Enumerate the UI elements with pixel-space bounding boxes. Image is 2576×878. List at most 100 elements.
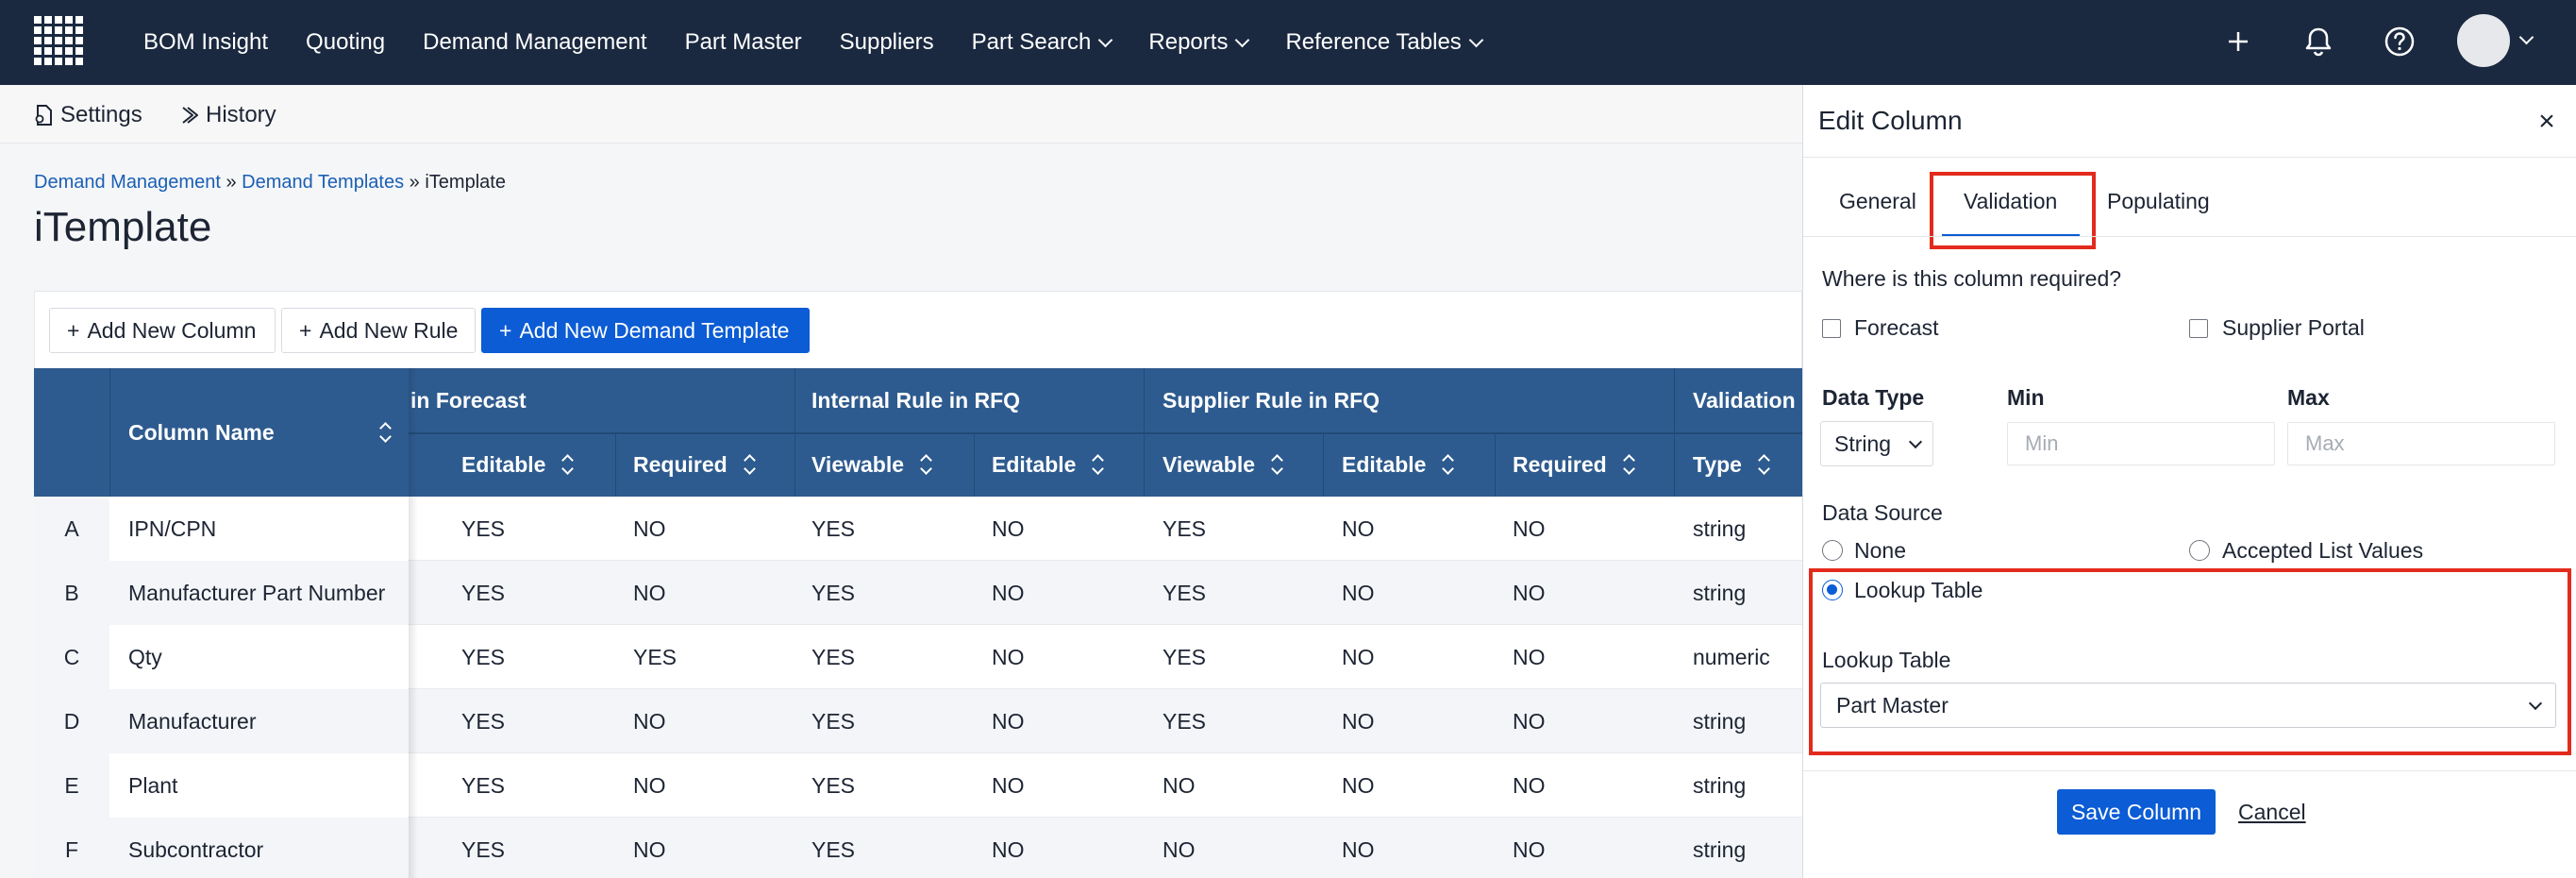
header-internal-viewable[interactable]: Viewable (811, 432, 932, 497)
settings-doc-icon (35, 105, 52, 126)
sort-icon (1757, 454, 1770, 475)
tab-validation[interactable]: Validation (1964, 189, 2057, 214)
table-row[interactable]: F Subcontractor YES NO YES NO NO NO NO string (34, 818, 1802, 878)
table-cell: YES (633, 644, 677, 669)
nav-item-bom-insight[interactable]: BOM Insight (143, 29, 268, 56)
breadcrumb-current: iTemplate (425, 172, 506, 193)
nav-item-suppliers[interactable]: Suppliers (840, 29, 934, 56)
data-source-none-radio[interactable] (1822, 540, 1843, 561)
table-cell: YES (461, 708, 506, 734)
table-row[interactable]: D Manufacturer YES NO YES NO YES NO NO string (34, 689, 1802, 753)
plus-icon: + (499, 317, 512, 343)
data-source-lookup-table-label: Lookup Table (1854, 578, 1983, 602)
columns-table: Column Name in Forecast Internal Rule in… (34, 368, 1802, 878)
header-forecast-required[interactable]: Required (633, 432, 756, 497)
header-supplier-editable[interactable]: Editable (1342, 432, 1454, 497)
supplier-portal-checkbox[interactable] (2189, 319, 2208, 338)
nav-item-reference-tables[interactable]: Reference Tables (1285, 29, 1484, 56)
table-row[interactable]: E Plant YES NO YES NO NO NO NO string (34, 753, 1802, 818)
chevron-down-icon (1098, 32, 1113, 47)
max-input[interactable] (2287, 422, 2555, 465)
row-column-name[interactable]: Plant (109, 753, 409, 818)
header-forecast-editable[interactable]: Editable (461, 432, 574, 497)
bell-icon[interactable] (2300, 23, 2337, 60)
row-index: E (34, 753, 109, 818)
table-cell: string (1693, 580, 1747, 605)
data-type-select[interactable]: String (1820, 421, 1933, 466)
breadcrumb-link[interactable]: Demand Templates (242, 172, 404, 193)
header-supplier-viewable[interactable]: Viewable (1163, 432, 1283, 497)
table-row[interactable]: C Qty YES YES YES NO YES NO NO numeric (34, 625, 1802, 689)
table-cell: YES (1163, 644, 1207, 669)
table-cell: string (1693, 708, 1747, 734)
required-question: Where is this column required? (1822, 266, 2122, 291)
save-column-button[interactable]: Save Column (2057, 789, 2216, 835)
table-cell: NO (633, 515, 666, 541)
header-internal-editable[interactable]: Editable (992, 432, 1104, 497)
table-cell: NO (633, 708, 666, 734)
row-column-name[interactable]: Qty (109, 625, 409, 689)
nav-item-quoting[interactable]: Quoting (306, 29, 385, 56)
table-cell: NO (1342, 644, 1375, 669)
lookup-table-select[interactable]: Part Master (1820, 683, 2556, 728)
add-demand-template-button[interactable]: + Add New Demand Template (481, 308, 810, 353)
row-column-name[interactable]: IPN/CPN (109, 497, 409, 561)
app-grid-logo-icon[interactable] (34, 16, 83, 65)
chevron-down-icon[interactable] (2518, 29, 2534, 45)
add-column-button[interactable]: + Add New Column (49, 308, 276, 353)
table-cell: NO (1513, 772, 1546, 798)
row-column-name[interactable]: Manufacturer Part Number (109, 561, 409, 625)
data-source-none-label: None (1854, 538, 1906, 563)
column-divider (109, 368, 110, 497)
column-divider (1323, 432, 1324, 497)
tab-general[interactable]: General (1839, 189, 1916, 214)
table-row[interactable]: B Manufacturer Part Number YES NO YES NO YES NO… (34, 561, 1802, 625)
table-cell: NO (1342, 772, 1375, 798)
close-icon[interactable]: × (2533, 108, 2561, 136)
table-cell: NO (1342, 836, 1375, 862)
data-source-accepted-list-radio[interactable] (2189, 540, 2210, 561)
settings-link[interactable]: Settings (34, 102, 142, 128)
nav-item-reports[interactable]: Reports (1148, 29, 1250, 56)
column-divider (615, 432, 616, 497)
sort-icon (1622, 454, 1635, 475)
min-input[interactable] (2007, 422, 2275, 465)
breadcrumb-link[interactable]: Demand Management (34, 172, 221, 193)
forecast-checkbox[interactable] (1822, 319, 1841, 338)
header-supplier-required[interactable]: Required (1513, 432, 1635, 497)
table-cell: YES (811, 580, 856, 605)
history-link[interactable]: History (179, 102, 276, 128)
column-name-header[interactable]: Column Name (128, 368, 392, 497)
table-cell: NO (633, 836, 666, 862)
nav-item-part-search[interactable]: Part Search (972, 29, 1113, 56)
table-row[interactable]: A IPN/CPN YES NO YES NO YES NO NO string (34, 497, 1802, 561)
toolbar-buttons: + Add New Column + Add New Rule + Add New D… (49, 308, 810, 353)
panel-divider (1803, 236, 2576, 237)
add-rule-button[interactable]: + Add New Rule (281, 308, 476, 353)
help-icon[interactable] (2381, 23, 2418, 60)
nav-item-demand-management[interactable]: Demand Management (423, 29, 646, 56)
header-validation-type[interactable]: Type (1693, 432, 1770, 497)
table-cell: NO (1513, 515, 1546, 541)
sub-toolbar: Settings History (0, 85, 1802, 144)
chevron-down-icon (1235, 32, 1250, 47)
table-cell: numeric (1693, 644, 1770, 669)
sort-icon (743, 454, 756, 475)
avatar[interactable] (2457, 14, 2510, 67)
sort-icon (1441, 454, 1454, 475)
data-source-label: Data Source (1822, 500, 1943, 525)
supplier-portal-checkbox-label: Supplier Portal (2222, 315, 2365, 340)
cancel-link[interactable]: Cancel (2238, 800, 2306, 825)
row-column-name[interactable]: Subcontractor (109, 818, 409, 878)
nav-item-part-master[interactable]: Part Master (685, 29, 802, 56)
sort-icon (1270, 454, 1283, 475)
sort-icon (378, 422, 392, 443)
row-index: C (34, 625, 109, 689)
table-cell: NO (1342, 580, 1375, 605)
plus-icon[interactable] (2219, 23, 2257, 60)
tab-populating[interactable]: Populating (2107, 189, 2210, 214)
row-index: D (34, 689, 109, 753)
sort-icon (919, 454, 932, 475)
data-source-lookup-table-radio[interactable] (1822, 580, 1843, 600)
row-column-name[interactable]: Manufacturer (109, 689, 409, 753)
